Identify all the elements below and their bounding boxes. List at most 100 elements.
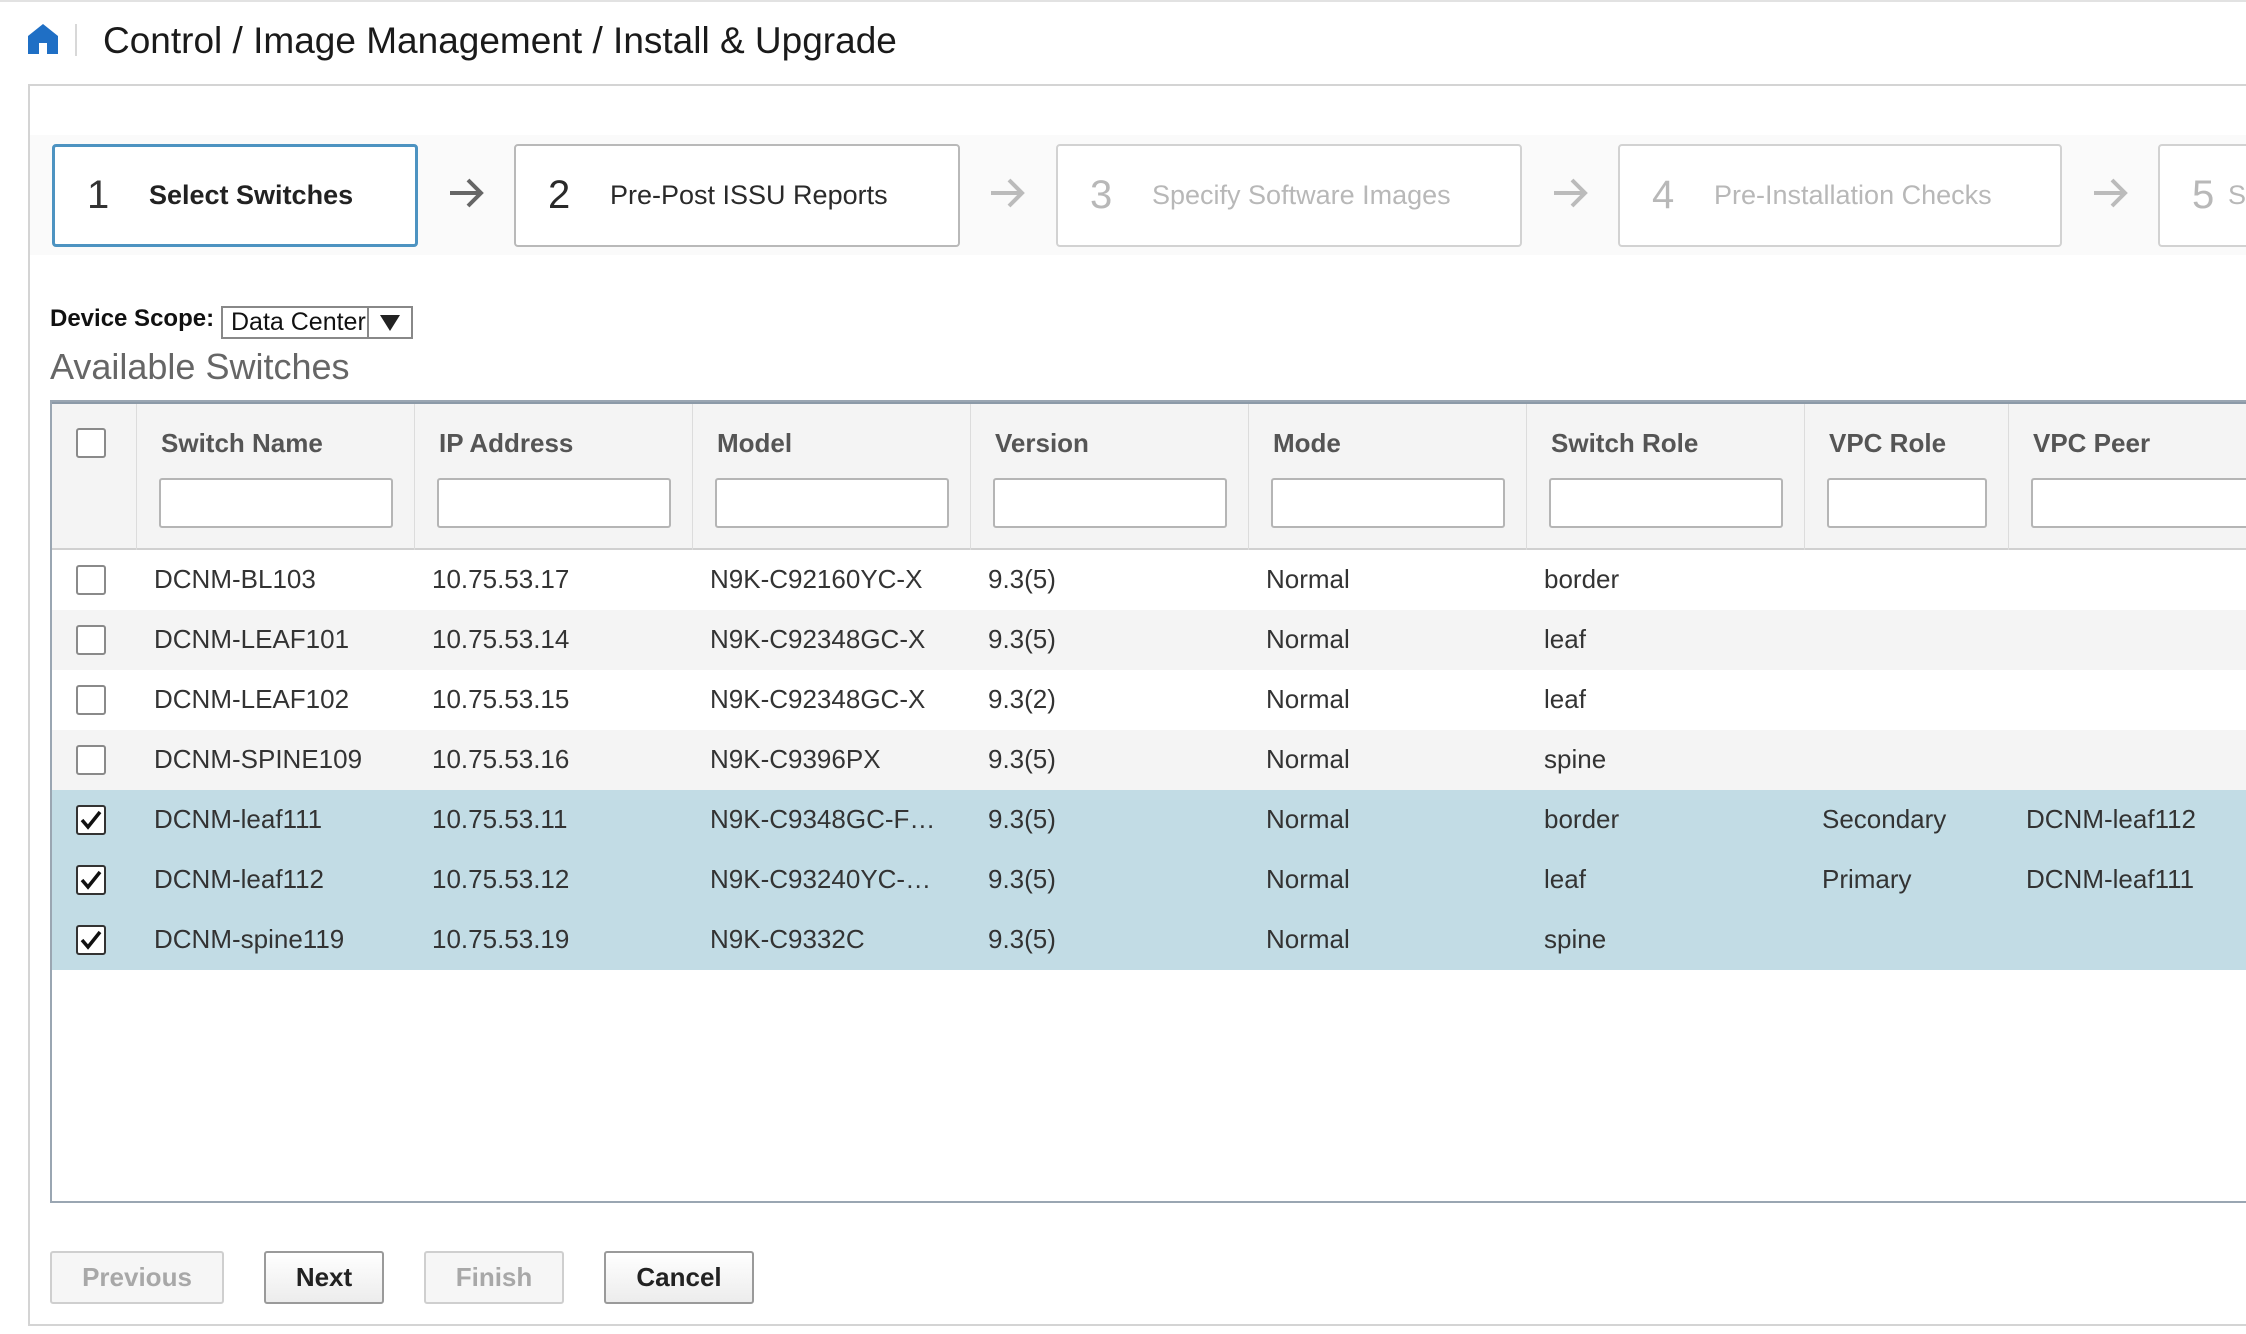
header-separator <box>75 24 77 56</box>
cell-name: DCNM-spine119 <box>154 924 345 954</box>
column-title: Model <box>717 428 793 458</box>
arrow-right-icon <box>2090 168 2130 218</box>
table-row[interactable]: DCNM-SPINE109 10.75.53.16 N9K-C9396PX 9.3(5… <box>52 730 2246 790</box>
cell-role: leaf <box>1544 684 1586 714</box>
wizard-step-select-switches[interactable]: 1 Select Switches <box>52 144 418 247</box>
filter-version-input[interactable] <box>993 478 1227 528</box>
cell-name: DCNM-SPINE109 <box>154 744 363 774</box>
table-row[interactable]: DCNM-spine119 10.75.53.19 N9K-C9332C 9.3(5)… <box>52 910 2246 970</box>
step-number: 1 <box>87 173 110 217</box>
column-title: Version <box>995 428 1089 458</box>
step-label: Pre-Installation Checks <box>1714 180 1992 210</box>
cell-mode: Normal <box>1266 684 1350 714</box>
step-number: 4 <box>1652 173 1675 217</box>
column-switch-role: Switch Role <box>1526 404 1804 550</box>
cell-mode: Normal <box>1266 624 1350 654</box>
cell-ip: 10.75.53.11 <box>432 804 568 834</box>
finish-button[interactable]: Finish <box>424 1251 564 1304</box>
cell-ip: 10.75.53.12 <box>432 864 570 894</box>
arrow-right-icon <box>987 168 1027 218</box>
cell-vpc-role: Primary <box>1822 864 1912 894</box>
column-vpc-role: VPC Role <box>1804 404 2008 550</box>
column-ip-address: IP Address <box>414 404 692 550</box>
column-model: Model <box>692 404 970 550</box>
row-checkbox[interactable] <box>76 925 106 955</box>
row-checkbox[interactable] <box>76 805 106 835</box>
column-title: Mode <box>1273 428 1341 458</box>
filter-switch-role-input[interactable] <box>1549 478 1783 528</box>
device-scope-select[interactable]: Data Center <box>221 306 413 339</box>
breadcrumb: Control / Image Management / Install & U… <box>103 20 897 61</box>
step-number: 5 <box>2192 173 2215 217</box>
header-select-all <box>52 404 136 550</box>
table-row[interactable]: DCNM-LEAF101 10.75.53.14 N9K-C92348GC-X 9.3… <box>52 610 2246 670</box>
checkmark-icon <box>80 870 102 890</box>
cell-ip: 10.75.53.16 <box>432 744 570 774</box>
cell-name: DCNM-leaf111 <box>154 804 323 834</box>
cell-version: 9.3(5) <box>988 804 1056 834</box>
select-all-checkbox[interactable] <box>76 428 106 458</box>
cell-model: N9K-C92348GC-X <box>710 684 926 714</box>
row-checkbox[interactable] <box>76 625 106 655</box>
cell-ip: 10.75.53.17 <box>432 564 570 594</box>
checkmark-icon <box>80 930 102 950</box>
cell-mode: Normal <box>1266 564 1350 594</box>
column-mode: Mode <box>1248 404 1526 550</box>
filter-ip-address-input[interactable] <box>437 478 671 528</box>
column-version: Version <box>970 404 1248 550</box>
home-icon[interactable] <box>26 22 60 56</box>
filter-model-input[interactable] <box>715 478 949 528</box>
cell-mode: Normal <box>1266 924 1350 954</box>
filter-vpc-peer-input[interactable] <box>2031 478 2246 528</box>
table-row[interactable]: DCNM-leaf112 10.75.53.12 N9K-C93240YC-… 9.3… <box>52 850 2246 910</box>
section-title: Available Switches <box>50 346 350 387</box>
arrow-right-icon <box>1550 168 1590 218</box>
wizard-step-pre-post-issu-reports[interactable]: 2 Pre-Post ISSU Reports <box>514 144 960 247</box>
step-label: Pre-Post ISSU Reports <box>610 180 888 210</box>
previous-button[interactable]: Previous <box>50 1251 224 1304</box>
cell-role: leaf <box>1544 864 1586 894</box>
column-title: Switch Role <box>1551 428 1699 458</box>
row-checkbox[interactable] <box>76 745 106 775</box>
cell-vpc-role: Secondary <box>1822 804 1947 834</box>
cell-role: spine <box>1544 924 1607 954</box>
filter-mode-input[interactable] <box>1271 478 1505 528</box>
cell-model: N9K-C9348GC-F… <box>710 804 936 834</box>
checkmark-icon <box>80 810 102 830</box>
cell-name: DCNM-LEAF101 <box>154 624 350 654</box>
cell-model: N9K-C9396PX <box>710 744 881 774</box>
cell-role: spine <box>1544 744 1607 774</box>
step-number: 2 <box>548 173 571 217</box>
filter-vpc-role-input[interactable] <box>1827 478 1987 528</box>
cell-name: DCNM-leaf112 <box>154 864 325 894</box>
filter-switch-name-input[interactable] <box>159 478 393 528</box>
cell-version: 9.3(5) <box>988 624 1056 654</box>
dropdown-arrow-icon[interactable] <box>367 308 411 337</box>
table-row[interactable]: DCNM-LEAF102 10.75.53.15 N9K-C92348GC-X 9.3… <box>52 670 2246 730</box>
cell-ip: 10.75.53.14 <box>432 624 570 654</box>
table-row[interactable]: DCNM-BL103 10.75.53.17 N9K-C92160YC-X 9.3(5… <box>52 550 2246 610</box>
cell-ip: 10.75.53.15 <box>432 684 570 714</box>
row-checkbox[interactable] <box>76 685 106 715</box>
cancel-button[interactable]: Cancel <box>604 1251 754 1304</box>
cell-version: 9.3(5) <box>988 744 1056 774</box>
next-button[interactable]: Next <box>264 1251 384 1304</box>
row-checkbox[interactable] <box>76 865 106 895</box>
step-number: 3 <box>1090 173 1113 217</box>
wizard-step-specify-software-images: 3 Specify Software Images <box>1056 144 1522 247</box>
cell-model: N9K-C93240YC-… <box>710 864 932 894</box>
cell-version: 9.3(5) <box>988 924 1056 954</box>
device-scope-label: Device Scope: <box>50 305 215 332</box>
column-title: VPC Peer <box>2033 428 2151 458</box>
table-row[interactable]: DCNM-leaf111 10.75.53.11 N9K-C9348GC-F… 9.3… <box>52 790 2246 850</box>
row-checkbox[interactable] <box>76 565 106 595</box>
cell-version: 9.3(5) <box>988 864 1056 894</box>
table-header: Switch Name IP Address Model Version Mod… <box>52 402 2246 550</box>
cell-vpc-peer: DCNM-leaf111 <box>2026 864 2195 894</box>
wizard-step-5: 5 S <box>2158 144 2246 247</box>
cell-name: DCNM-BL103 <box>154 564 316 594</box>
column-title: VPC Role <box>1829 428 1947 458</box>
cell-role: border <box>1544 564 1620 594</box>
cell-ip: 10.75.53.19 <box>432 924 570 954</box>
column-title: IP Address <box>439 428 574 458</box>
